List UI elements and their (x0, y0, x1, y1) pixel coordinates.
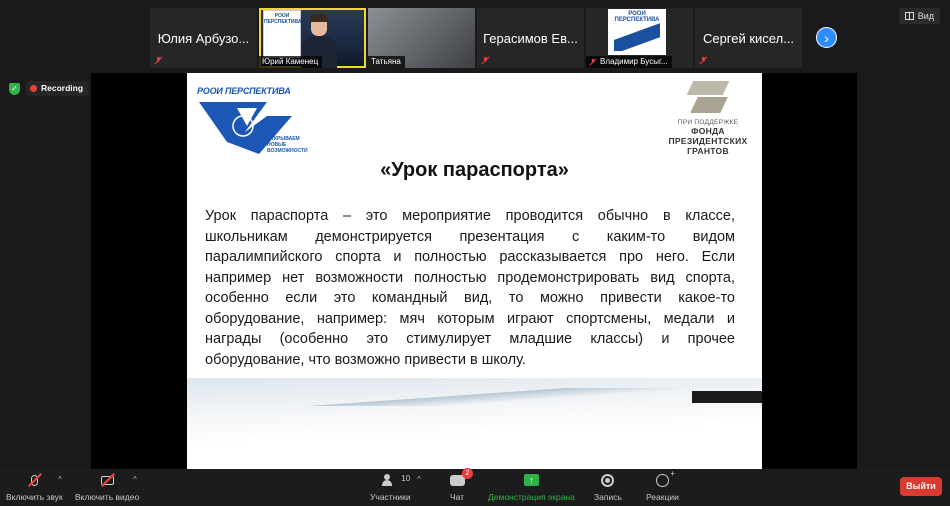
start-video-button[interactable]: Включить видео (75, 472, 139, 502)
recording-indicator[interactable]: Recording (26, 81, 90, 96)
slide-decoration-band (187, 388, 762, 406)
security-shield-icon[interactable]: ✓ (9, 83, 20, 95)
record-icon (601, 473, 615, 487)
participant-tile[interactable]: Юлия Арбузо... (150, 8, 257, 68)
participant-name: Герасимов Ев... (483, 30, 578, 46)
chevron-right-icon: › (824, 30, 829, 46)
share-screen-icon: ↑ (523, 474, 539, 486)
participants-options-caret[interactable]: ^ (417, 475, 421, 484)
zoom-meeting-window: Юлия Арбузо... РООИ ПЕРСПЕКТИВА Юрий Кам… (0, 0, 950, 506)
chat-unread-badge: 2 (462, 468, 473, 479)
mic-muted-icon (589, 58, 597, 66)
slide-body-text: Урок параспорта – это мероприятие провод… (205, 208, 735, 368)
video-options-caret[interactable]: ^ (133, 475, 137, 484)
recording-dot-icon (30, 85, 37, 92)
leave-meeting-button[interactable]: Выйти (900, 477, 942, 496)
participant-avatar-logo: РООИ ПЕРСПЕКТИВА (608, 9, 666, 55)
view-button[interactable]: Вид (898, 8, 940, 24)
audio-options-caret[interactable]: ^ (58, 475, 62, 484)
reactions-smiley-icon (655, 469, 675, 487)
share-screen-button[interactable]: ↑ Демонстрация экрана (488, 472, 575, 502)
shared-screen: РООИ ПЕРСПЕКТИВА ОТКРЫВАЕМ НОВЫЕ ВОЗМОЖН… (91, 73, 857, 469)
participant-strip: Юлия Арбузо... РООИ ПЕРСПЕКТИВА Юрий Кам… (150, 8, 802, 68)
grid-view-icon (904, 12, 914, 20)
participant-tile[interactable]: Сергей кисел... (695, 8, 802, 68)
participant-tile[interactable]: РООИ ПЕРСПЕКТИВА Владимир Бусыг... (586, 8, 693, 68)
chat-button[interactable]: 2 Чат (448, 468, 473, 502)
reactions-button[interactable]: Реакции (646, 469, 679, 503)
next-participants-button[interactable]: › (816, 27, 837, 48)
participant-name: Юлия Арбузо... (157, 30, 250, 46)
slide-title: «Урок параспорта» (380, 159, 569, 181)
fund-logo-mark (686, 79, 730, 115)
participants-button[interactable]: 10 Участники (370, 472, 411, 502)
participant-name-label: Владимир Бусыг... (586, 56, 672, 68)
fund-logo: ПРИ ПОДДЕРЖКЕ ФОНДА ПРЕЗИДЕНТСКИХ ГРАНТО… (662, 79, 754, 156)
participant-tile-active-speaker[interactable]: РООИ ПЕРСПЕКТИВА Юрий Каменец (259, 8, 366, 68)
participants-icon (382, 474, 398, 486)
background-poster: РООИ ПЕРСПЕКТИВА (263, 10, 301, 58)
participant-tile[interactable]: Татьяна (368, 8, 475, 68)
participant-tile[interactable]: Герасимов Ев... (477, 8, 584, 68)
participant-name-label: Татьяна (368, 56, 405, 68)
mic-muted-icon (154, 56, 163, 65)
org-logo: РООИ ПЕРСПЕКТИВА ОТКРЫВАЕМ НОВЫЕ ВОЗМОЖН… (197, 86, 312, 158)
mic-muted-icon (699, 56, 708, 65)
participant-name-label: Юрий Каменец (259, 56, 323, 68)
participant-name: Сергей кисел... (702, 30, 795, 46)
record-button[interactable]: Запись (594, 472, 622, 502)
slide-decoration-band (692, 391, 762, 403)
presentation-slide: РООИ ПЕРСПЕКТИВА ОТКРЫВАЕМ НОВЫЕ ВОЗМОЖН… (187, 73, 762, 469)
mic-muted-icon (481, 56, 490, 65)
unmute-button[interactable]: Включить звук (6, 472, 63, 502)
meeting-toolbar: Включить звук ^ Включить видео ^ 10 Учас… (0, 468, 950, 506)
